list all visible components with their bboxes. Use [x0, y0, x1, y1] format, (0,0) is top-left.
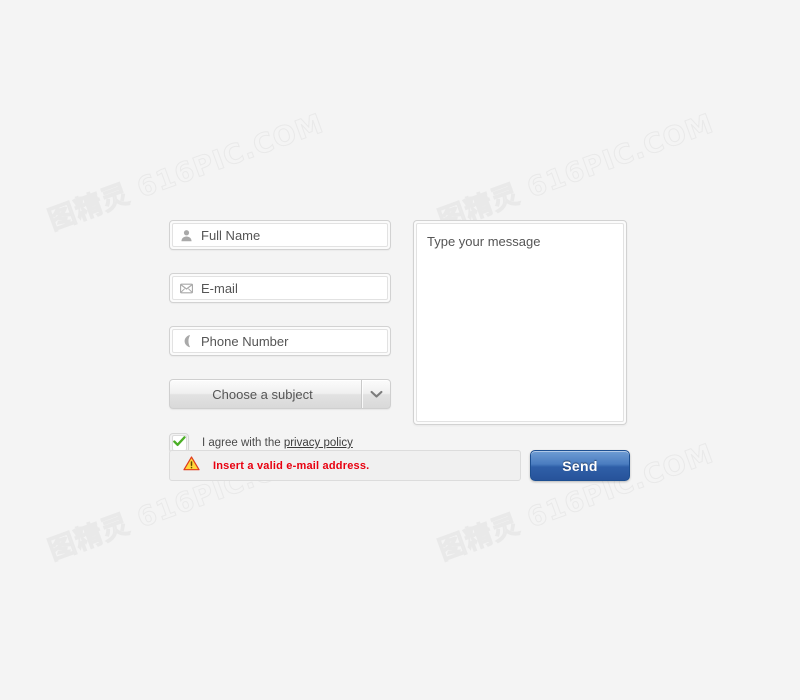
- subject-select[interactable]: Choose a subject: [169, 379, 391, 409]
- user-icon: [179, 228, 194, 243]
- checkbox-inner: [171, 435, 187, 451]
- full-name-placeholder: Full Name: [201, 227, 261, 243]
- privacy-agreement-label: I agree with the privacy policy: [202, 437, 353, 449]
- subject-select-value: Choose a subject: [212, 386, 313, 402]
- error-message-bar: Insert a valid e-mail address.: [169, 450, 521, 481]
- form-left-column: Full Name E-mail Phone Number Choose a s…: [169, 220, 391, 453]
- message-placeholder: Type your message: [427, 234, 541, 249]
- send-button-label: Send: [562, 457, 598, 474]
- email-icon: [179, 281, 194, 296]
- send-button[interactable]: Send: [530, 450, 630, 481]
- email-field[interactable]: E-mail: [169, 273, 391, 303]
- contact-form: Full Name E-mail Phone Number Choose a s…: [0, 0, 800, 700]
- phone-input[interactable]: Phone Number: [172, 329, 388, 353]
- privacy-agreement-prefix: I agree with the: [202, 437, 284, 449]
- error-message-text: Insert a valid e-mail address.: [213, 459, 370, 472]
- full-name-field[interactable]: Full Name: [169, 220, 391, 250]
- warning-triangle-icon: [183, 455, 200, 476]
- chevron-down-icon[interactable]: [361, 380, 390, 408]
- privacy-policy-link[interactable]: privacy policy: [284, 437, 353, 449]
- email-placeholder: E-mail: [201, 280, 238, 296]
- message-textarea-inner[interactable]: Type your message: [416, 223, 624, 422]
- email-input[interactable]: E-mail: [172, 276, 388, 300]
- phone-placeholder: Phone Number: [201, 333, 289, 349]
- message-textarea[interactable]: Type your message: [413, 220, 627, 425]
- full-name-input[interactable]: Full Name: [172, 223, 388, 247]
- phone-field[interactable]: Phone Number: [169, 326, 391, 356]
- phone-icon: [179, 334, 194, 349]
